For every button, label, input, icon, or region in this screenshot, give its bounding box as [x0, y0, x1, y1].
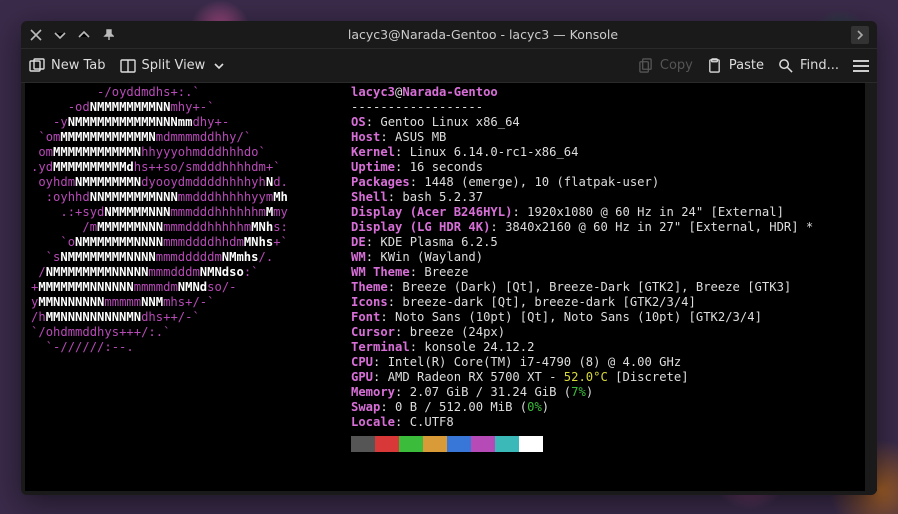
paste-label: Paste — [729, 58, 764, 73]
copy-label: Copy — [660, 58, 693, 73]
palette-swatch — [519, 436, 543, 452]
pin-icon[interactable] — [101, 28, 115, 42]
palette-swatch — [375, 436, 399, 452]
palette-swatch — [423, 436, 447, 452]
close-icon[interactable] — [29, 28, 43, 42]
new-tab-button[interactable]: New Tab — [29, 58, 106, 74]
toolbar: New Tab Split View Copy Paste — [21, 49, 877, 83]
find-button[interactable]: Find... — [778, 58, 839, 74]
palette-swatch — [495, 436, 519, 452]
color-palette — [351, 436, 859, 452]
split-view-icon — [120, 58, 136, 74]
window-title: lacyc3@Narada-Gentoo - lacyc3 — Konsole — [115, 27, 851, 42]
konsole-window: lacyc3@Narada-Gentoo - lacyc3 — Konsole … — [21, 21, 877, 495]
find-label: Find... — [800, 58, 839, 73]
maximize-icon[interactable] — [77, 28, 91, 42]
copy-button[interactable]: Copy — [638, 58, 693, 74]
palette-swatch — [351, 436, 375, 452]
palette-swatch — [471, 436, 495, 452]
paste-button[interactable]: Paste — [707, 58, 764, 74]
search-icon — [778, 58, 794, 74]
tab-next-icon[interactable] — [851, 26, 869, 44]
copy-icon — [638, 58, 654, 74]
menu-button[interactable] — [853, 60, 869, 72]
paste-icon — [707, 58, 723, 74]
split-view-label: Split View — [142, 58, 206, 73]
minimize-icon[interactable] — [53, 28, 67, 42]
chevron-down-icon — [211, 58, 227, 74]
new-tab-icon — [29, 58, 45, 74]
split-view-button[interactable]: Split View — [120, 58, 228, 74]
new-tab-label: New Tab — [51, 58, 106, 73]
palette-swatch — [447, 436, 471, 452]
terminal-output[interactable]: -/oyddmdhs+:.` lacyc3@Narada-Gentoo -odN… — [25, 83, 865, 491]
scrollbar[interactable] — [869, 83, 877, 491]
titlebar: lacyc3@Narada-Gentoo - lacyc3 — Konsole — [21, 21, 877, 49]
hamburger-icon — [853, 60, 869, 72]
palette-swatch — [399, 436, 423, 452]
